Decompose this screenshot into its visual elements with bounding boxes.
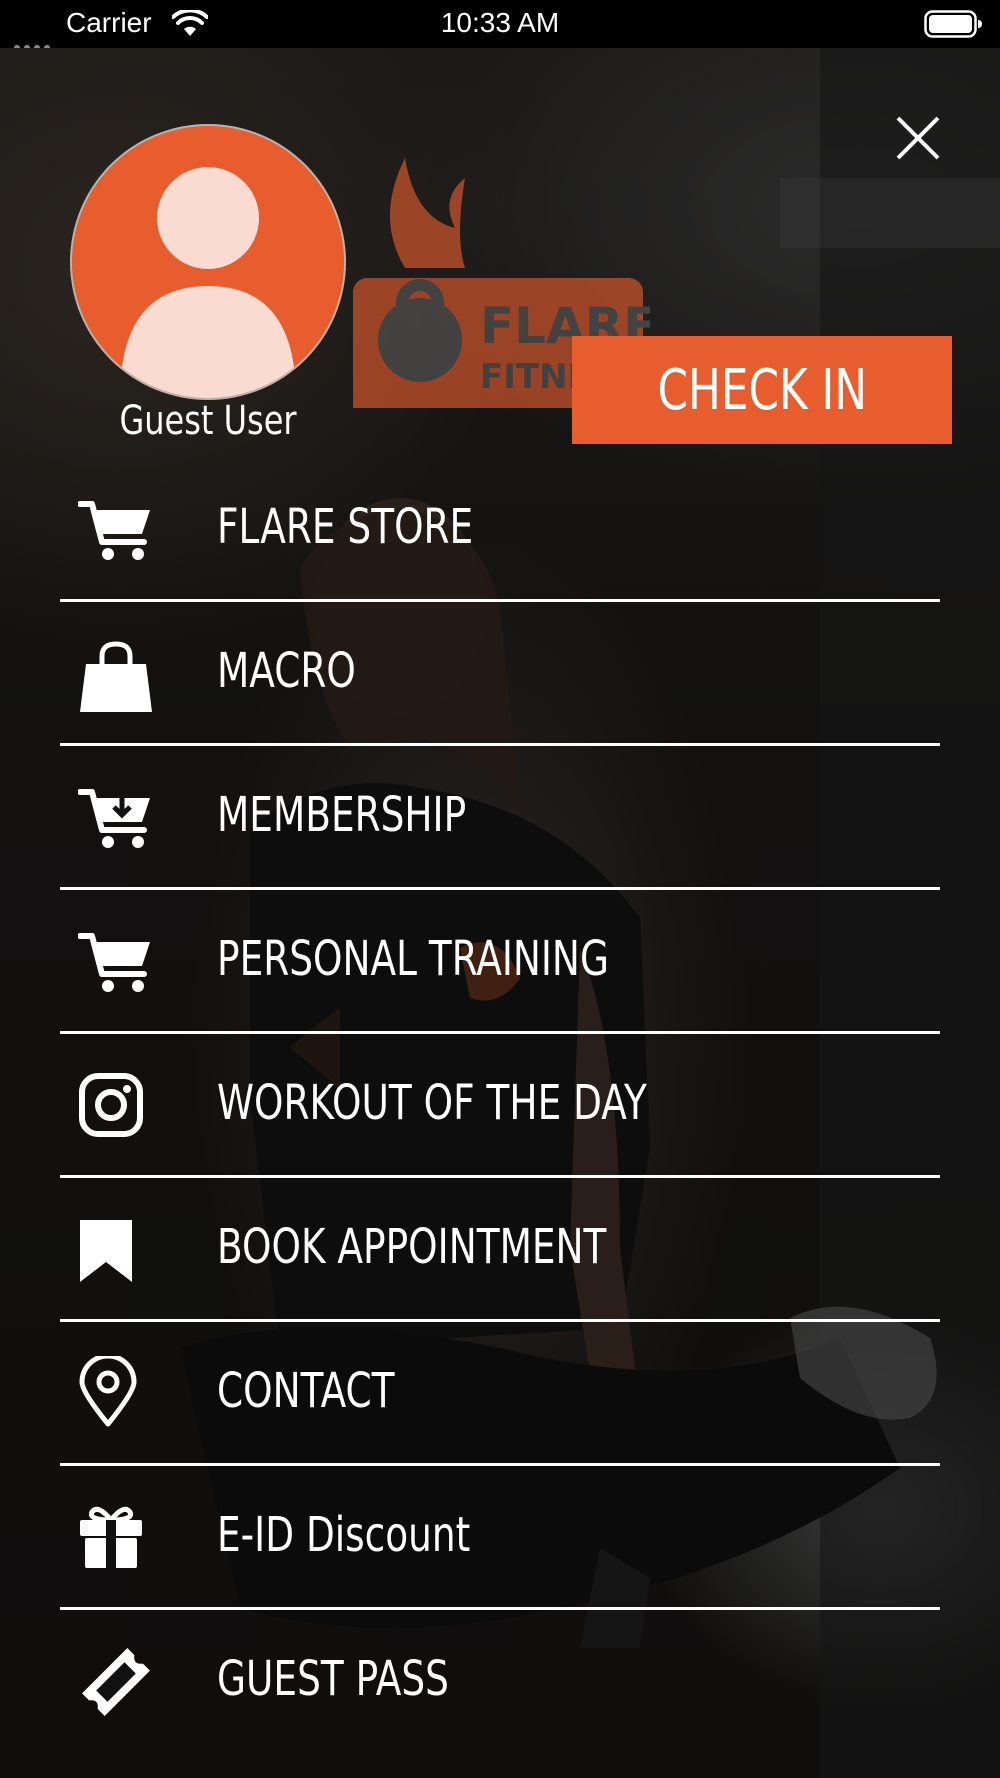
check-in-label: CHECK IN bbox=[657, 357, 867, 423]
menu-item-label: FLARE STORE bbox=[217, 499, 474, 555]
user-name: Guest User bbox=[119, 398, 297, 444]
ticket-icon bbox=[82, 1648, 150, 1716]
status-time: 10:33 AM bbox=[440, 7, 560, 38]
menu-item-book-appointment[interactable]: BOOK APPOINTMENT bbox=[60, 1178, 940, 1322]
menu-item-label: MEMBERSHIP bbox=[217, 787, 467, 843]
menu-item-label: BOOK APPOINTMENT bbox=[217, 1219, 607, 1275]
battery-icon bbox=[924, 10, 982, 38]
menu-item-guest-pass[interactable]: GUEST PASS bbox=[60, 1610, 940, 1754]
menu-item-personal-training[interactable]: PERSONAL TRAINING bbox=[60, 890, 940, 1034]
menu-item-label: PERSONAL TRAINING bbox=[217, 931, 609, 987]
menu-item-label: E-ID Discount bbox=[217, 1507, 471, 1563]
menu-item-label: GUEST PASS bbox=[217, 1651, 449, 1707]
menu-item-label: CONTACT bbox=[217, 1363, 395, 1419]
check-in-button[interactable]: CHECK IN bbox=[572, 336, 952, 444]
bookmark-icon bbox=[80, 1220, 132, 1282]
menu-item-contact[interactable]: CONTACT bbox=[60, 1322, 940, 1466]
menu-item-e-id-discount[interactable]: E-ID Discount bbox=[60, 1466, 940, 1610]
menu-item-macro[interactable]: MACRO bbox=[60, 602, 940, 746]
menu-item-label: MACRO bbox=[217, 643, 356, 699]
gift-icon bbox=[80, 1506, 142, 1568]
cart-download-icon bbox=[78, 789, 150, 848]
shopping-bag-icon bbox=[80, 641, 152, 712]
menu-item-membership[interactable]: MEMBERSHIP bbox=[60, 746, 940, 890]
cart-icon bbox=[78, 501, 150, 560]
menu-item-flare-store[interactable]: FLARE STORE bbox=[60, 458, 940, 602]
instagram-icon bbox=[79, 1073, 143, 1137]
menu-item-workout-of-the-day[interactable]: WORKOUT OF THE DAY bbox=[60, 1034, 940, 1178]
close-button[interactable] bbox=[890, 110, 946, 166]
user-icon bbox=[120, 167, 296, 398]
map-pin-icon bbox=[79, 1356, 137, 1427]
menu-item-label: WORKOUT OF THE DAY bbox=[217, 1075, 647, 1131]
avatar[interactable] bbox=[72, 126, 344, 398]
status-bar: Carrier 10:33 AM bbox=[0, 0, 1000, 51]
menu-list: FLARE STORE MACRO MEMBERSHIP PERSONAL TR… bbox=[60, 458, 940, 1754]
cart-icon bbox=[78, 933, 150, 992]
side-menu-screen: FLARE FITNE Guest User CHECK IN FLARE ST… bbox=[0, 48, 1000, 1778]
